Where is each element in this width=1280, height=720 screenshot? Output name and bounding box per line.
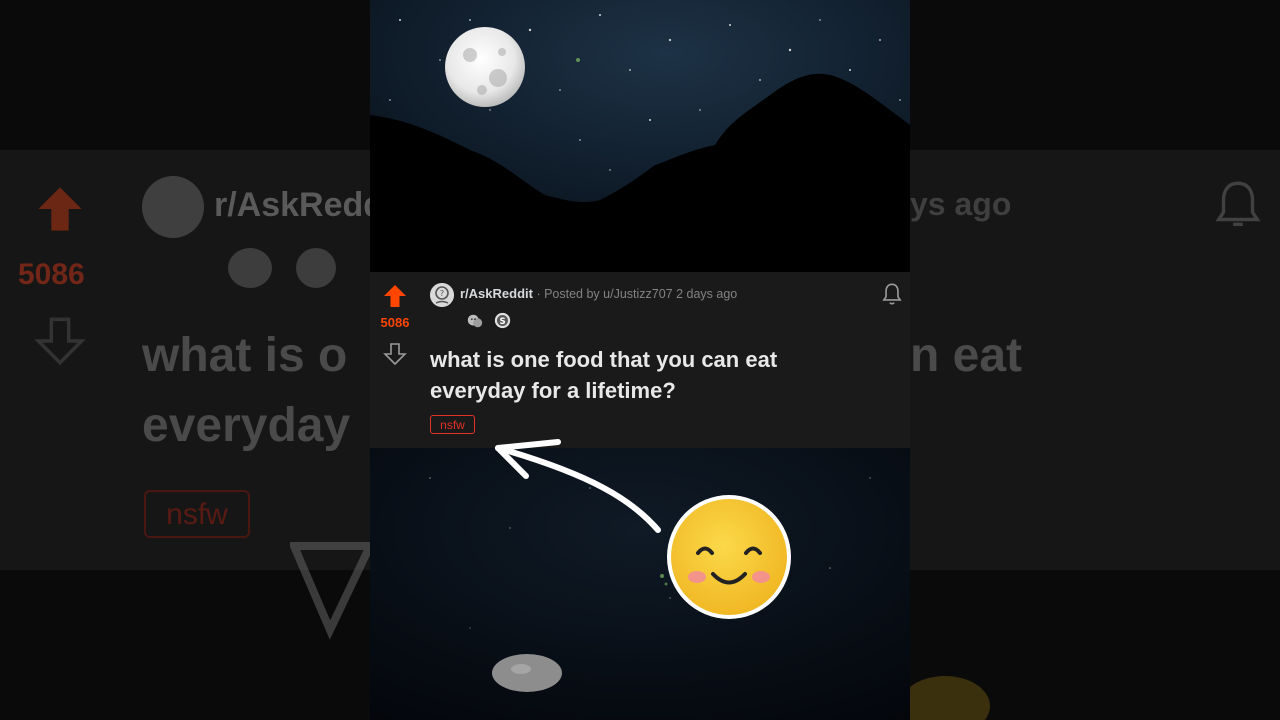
background-title-fragment: n eat [910,329,1023,382]
background-downvote-icon [34,317,86,366]
background-bell-icon [1215,181,1261,227]
upvote-arrow-icon[interactable] [383,284,407,308]
background-time-fragment: ys ago [910,186,1012,222]
background-title-line: what is o [142,329,348,382]
background-title-line: everyday [142,399,351,452]
background-emoji-fragment [900,676,990,720]
subreddit-link[interactable]: r/AskReddit [460,286,533,301]
subreddit-avatar[interactable]: ? [430,283,454,307]
post-meta: r/AskReddit · Posted by u/Justizz707 2 d… [460,286,737,301]
post-title[interactable]: what is one food that you can eat everyd… [430,344,850,406]
bell-icon[interactable] [879,281,905,307]
posted-by-text: Posted by u/Justizz707 2 days ago [544,287,738,301]
background-upvote-icon [38,187,82,231]
downvote-arrow-icon[interactable] [383,342,407,366]
silver-coin-award-icon[interactable]: S [494,312,511,329]
background-nsfw-flair: nsfw [144,490,250,538]
background-subreddit-name: r/AskRedd [214,186,385,224]
curved-pointer-arrow-icon [495,439,661,533]
background-award-icon [228,248,272,288]
vote-count: 5086 [380,315,410,330]
wholesome-award-icon[interactable] [466,312,484,330]
background-arrow-icon [290,542,377,640]
background-award-icon [296,248,336,288]
smiling-face-emoji-icon [667,495,791,619]
meta-separator: · [532,287,545,301]
night-sky-background [370,0,910,272]
background-subreddit-avatar [142,176,204,238]
background-vote-count: 5086 [18,258,85,291]
reddit-post-card[interactable]: 5086 ? r/AskReddit · Posted by u/Justizz… [370,272,910,448]
video-frame: 5086 ? r/AskReddit · Posted by u/Justizz… [370,0,910,720]
nsfw-flair[interactable]: nsfw [430,415,475,434]
moon-reflection [492,654,562,692]
svg-text:S: S [499,317,505,327]
svg-text:?: ? [440,289,444,298]
